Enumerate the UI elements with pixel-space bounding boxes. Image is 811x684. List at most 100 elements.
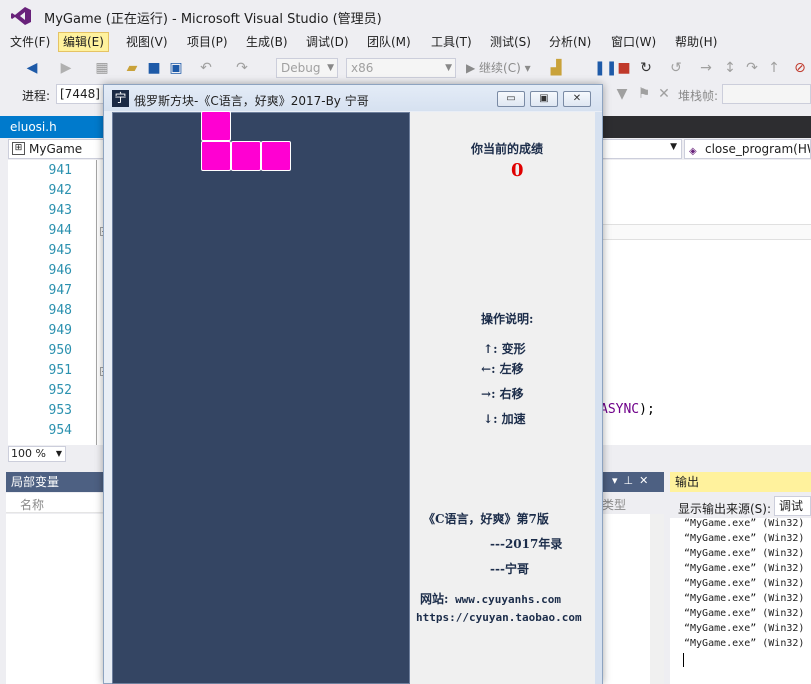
output-log[interactable]: “MyGame.exe” (Win32) “MyGame.exe” (Win32… (670, 518, 811, 684)
scope-nav-dropdown[interactable]: ▼ (602, 139, 682, 159)
output-line: “MyGame.exe” (Win32) (684, 533, 805, 544)
breakpoint-icon[interactable]: ⊘ (792, 59, 808, 77)
arrow-up-icon: ↑ (483, 342, 494, 356)
output-window-title[interactable]: 输出 (670, 472, 811, 492)
step-up-icon[interactable]: ↑ (766, 59, 782, 77)
show-next-statement-icon[interactable]: ↺ (668, 59, 684, 77)
new-project-icon[interactable]: ▦ (94, 59, 110, 77)
output-line: “MyGame.exe” (Win32) (684, 638, 805, 649)
menu-edit[interactable]: 编辑(E) (58, 32, 109, 52)
menu-window[interactable]: 窗口(W) (607, 32, 660, 52)
save-icon[interactable]: ■ (146, 59, 162, 77)
window-frame (595, 112, 602, 684)
score-label: 你当前的成绩 (471, 142, 544, 156)
menu-build[interactable]: 生成(B) (242, 32, 292, 52)
pin-icon[interactable]: ⊥ (624, 474, 640, 487)
controls-title: 操作说明: (481, 312, 534, 326)
line-number: 945 (48, 243, 72, 258)
game-board[interactable] (112, 112, 410, 684)
line-number: 952 (48, 383, 72, 398)
output-line: “MyGame.exe” (Win32) (684, 623, 805, 634)
output-source-select[interactable]: 调试 (774, 496, 811, 516)
locals-list[interactable] (6, 514, 104, 684)
flag-icon[interactable]: ✕ (656, 85, 672, 103)
control-rotate: ↑: 变形 (483, 342, 526, 356)
redo-icon[interactable]: ↷ (234, 59, 250, 77)
dropdown-icon[interactable]: ▾ (612, 474, 624, 487)
stop-icon[interactable]: ■ (616, 59, 632, 77)
menu-file[interactable]: 文件(F) (6, 32, 54, 52)
open-file-icon[interactable]: ▰ (124, 59, 140, 77)
process-select[interactable]: [7448] M (56, 84, 104, 104)
forward-icon[interactable]: ▶ (58, 59, 74, 77)
close-icon[interactable]: ✕ (639, 474, 654, 487)
thread-icon[interactable]: ⚑ (636, 85, 652, 103)
attach-icon[interactable]: ▟ (548, 59, 564, 77)
undo-icon[interactable]: ↶ (198, 59, 214, 77)
step-into-icon[interactable]: → (698, 59, 714, 77)
locals-type-column[interactable]: 类型 (602, 496, 626, 513)
stackframe-label: 堆栈帧: (678, 89, 719, 103)
menu-debug[interactable]: 调试(D) (302, 32, 353, 52)
arrow-right-icon: → (481, 387, 492, 401)
line-number: 950 (48, 343, 72, 358)
menu-test[interactable]: 测试(S) (486, 32, 535, 52)
step-over-icon[interactable]: ↕ (722, 59, 738, 77)
menu-team[interactable]: 团队(M) (363, 32, 415, 52)
website-label: 网站: (420, 592, 449, 606)
back-icon[interactable]: ◀ (24, 59, 40, 77)
control-right: →: 右移 (481, 387, 524, 401)
menu-tools[interactable]: 工具(T) (427, 32, 476, 52)
locals-window-title[interactable]: 局部变量 (6, 472, 104, 492)
close-button[interactable]: ✕ (563, 91, 591, 107)
editor-line-highlight (602, 224, 811, 240)
document-tab[interactable]: eluosi.h (0, 116, 104, 138)
output-line: “MyGame.exe” (Win32) (684, 563, 805, 574)
filter-icon[interactable]: ▼ (614, 85, 630, 103)
method-icon: ◈ (689, 146, 697, 157)
menu-analyze[interactable]: 分析(N) (545, 32, 595, 52)
stackframe-select[interactable] (722, 84, 811, 104)
zoom-level-select[interactable]: 100 % ▼ (8, 446, 66, 462)
project-icon: ⊞ (12, 142, 25, 155)
menu-project[interactable]: 项目(P) (183, 32, 232, 52)
chevron-down-icon: ▼ (670, 142, 677, 152)
tetromino-block (231, 141, 261, 171)
book-year: ---2017年录 (490, 537, 563, 551)
continue-button[interactable]: ▶ 继续(C) ▾ (466, 59, 531, 76)
minimize-button[interactable]: ▭ (497, 91, 525, 107)
line-number: 947 (48, 283, 72, 298)
menu-bar: 文件(F) 编辑(E) 视图(V) 项目(P) 生成(B) 调试(D) 团队(M… (0, 32, 811, 52)
line-number: 943 (48, 203, 72, 218)
line-number: 951 (48, 363, 72, 378)
control-drop: ↓: 加速 (483, 412, 526, 426)
menu-help[interactable]: 帮助(H) (671, 32, 721, 52)
line-number: 941 (48, 163, 72, 178)
output-line: “MyGame.exe” (Win32) (684, 578, 805, 589)
line-number-gutter: 941942943944−945946947948949950951−95295… (8, 160, 109, 445)
menu-view[interactable]: 视图(V) (122, 32, 172, 52)
locals-name-column[interactable]: 名称 (20, 496, 44, 513)
platform-select[interactable]: x86 ▼ (346, 58, 456, 78)
code-fragment[interactable]: ASYNC); (600, 402, 655, 417)
save-all-icon[interactable]: ▣ (168, 59, 184, 77)
solution-config-select[interactable]: Debug ▼ (276, 58, 338, 78)
line-number: 949 (48, 323, 72, 338)
project-nav-dropdown[interactable]: ⊞ MyGame (8, 139, 104, 159)
output-line: “MyGame.exe” (Win32) (684, 608, 805, 619)
maximize-button[interactable]: ▣ (530, 91, 558, 107)
arrow-left-icon: ← (481, 362, 492, 376)
chevron-down-icon: ▼ (445, 63, 452, 73)
score-value: 0 (511, 160, 524, 181)
locals-scrollbar[interactable] (650, 514, 664, 684)
member-nav-dropdown[interactable]: ◈ close_program(HW (684, 139, 811, 159)
website-line: 网站: www.cyuyanhs.com (420, 590, 561, 607)
pause-icon[interactable]: ❚❚ (594, 59, 617, 77)
visual-studio-logo-icon (11, 7, 31, 25)
line-number: 942 (48, 183, 72, 198)
output-source-label: 显示输出来源(S): (678, 502, 772, 516)
restart-icon[interactable]: ↻ (638, 59, 654, 77)
step-out-icon[interactable]: ↷ (744, 59, 760, 77)
line-number: 944 (48, 223, 72, 238)
tetromino-block (201, 111, 231, 141)
